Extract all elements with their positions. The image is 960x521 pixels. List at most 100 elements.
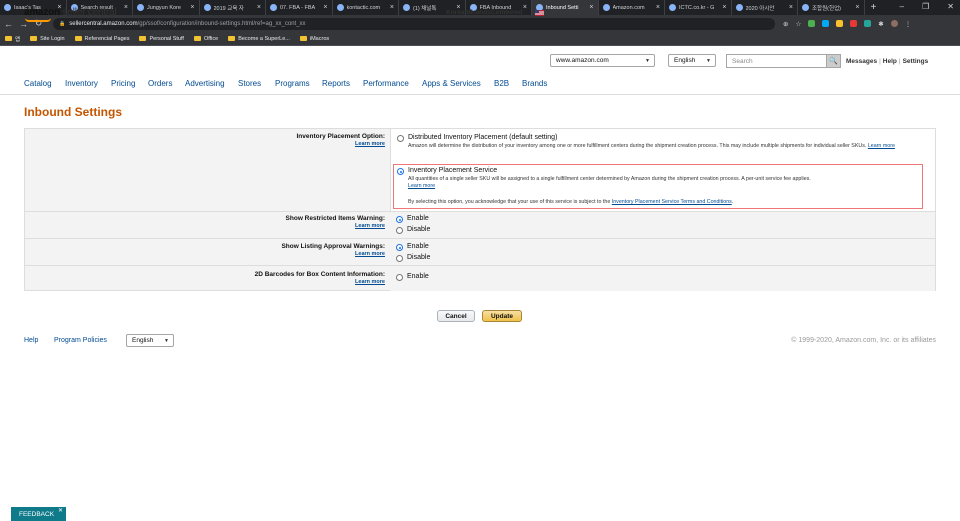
nav-performance[interactable]: Performance [363, 79, 409, 88]
footer-help-link[interactable]: Help [24, 337, 38, 344]
copyright-text: © 1999-2020, Amazon.com, Inc. or its aff… [791, 337, 936, 344]
seller-central-logo[interactable]: amazon seller central [24, 7, 117, 22]
new-tab-button[interactable]: + [871, 2, 877, 13]
zoom-icon[interactable]: ⊕ [783, 20, 788, 28]
placement-label: Inventory Placement Option: [296, 133, 386, 140]
close-tab-icon[interactable]: × [124, 4, 128, 11]
footer-language-value: English [132, 337, 154, 344]
placement-service-learn-more-link[interactable]: Learn more [408, 183, 435, 189]
tab-favicon-icon [270, 4, 277, 11]
update-button[interactable]: Update [482, 310, 522, 322]
nav-programs[interactable]: Programs [275, 79, 310, 88]
nav-b2b[interactable]: B2B [494, 79, 509, 88]
nav-apps-services[interactable]: Apps & Services [422, 79, 481, 88]
distributed-placement-radio[interactable] [397, 135, 404, 142]
placement-learn-more-link[interactable]: Learn more [297, 141, 385, 147]
extension-blue-icon[interactable] [822, 20, 830, 27]
browser-tab[interactable]: Amazon.com × [599, 0, 665, 15]
tab-strip: Isaac's Tas × Search result × Jungyun Kore × 2… [0, 0, 865, 15]
help-link[interactable]: Help [883, 58, 897, 65]
approval-label-group: Show Listing Approval Warnings: Learn mo… [281, 243, 385, 257]
close-icon[interactable]: ✕ [58, 507, 63, 514]
nav-advertising[interactable]: Advertising [185, 79, 225, 88]
close-tab-icon[interactable]: × [323, 4, 327, 11]
extension-green-icon[interactable] [808, 20, 816, 27]
close-tab-icon[interactable]: × [190, 4, 194, 11]
cancel-button[interactable]: Cancel [437, 310, 475, 322]
language-select[interactable]: English ▼ [668, 54, 716, 67]
avatar[interactable] [890, 20, 898, 27]
browser-tab[interactable]: Jungyun Kore × [133, 0, 200, 15]
approval-disable-radio[interactable] [396, 255, 403, 262]
search-input[interactable]: Search [726, 54, 826, 68]
close-tab-icon[interactable]: × [789, 4, 793, 11]
barcodes-options: Enable [390, 266, 935, 291]
browser-tab[interactable]: kontactic.com × [333, 0, 399, 15]
extension-yellow-icon[interactable] [836, 20, 844, 27]
barcodes-enable-radio[interactable] [396, 274, 403, 281]
folder-icon [5, 36, 12, 41]
close-tab-icon[interactable]: × [257, 4, 261, 11]
puzzle-icon[interactable]: ✱ [878, 20, 883, 28]
listing-approval-row: Show Listing Approval Warnings: Learn mo… [25, 239, 935, 266]
nav-catalog[interactable]: Catalog [24, 79, 52, 88]
marketplace-select[interactable]: www.amazon.com ▼ [550, 54, 655, 67]
bookmark-label: Personal Stuff [149, 35, 184, 42]
bookmark-item[interactable]: Site Login [30, 36, 65, 42]
search-button[interactable]: 🔍 [826, 54, 841, 68]
messages-link[interactable]: Messages [846, 58, 877, 65]
extension-red-icon[interactable] [850, 20, 858, 27]
minimize-icon[interactable]: – [900, 2, 904, 11]
bookmark-label: Office [203, 35, 219, 42]
approval-learn-more-link[interactable]: Learn more [281, 251, 385, 257]
nav-stores[interactable]: Stores [238, 79, 261, 88]
extension-teal-icon[interactable] [864, 20, 872, 27]
bookmark-item[interactable]: iMacros [299, 36, 329, 42]
menu-dots-icon[interactable]: ⋮ [905, 20, 912, 28]
restricted-learn-more-link[interactable]: Learn more [286, 223, 385, 229]
star-icon[interactable]: ☆ [795, 20, 801, 28]
back-icon[interactable]: ← [2, 19, 15, 29]
nav-orders[interactable]: Orders [148, 79, 172, 88]
url-field[interactable]: 🔒 sellercentral.amazon.com/gp/ssof/confi… [53, 17, 775, 30]
approval-enable-radio[interactable] [396, 244, 403, 251]
barcodes-learn-more-link[interactable]: Learn more [255, 279, 385, 285]
bookmark-item[interactable]: Referencial Pages [74, 36, 129, 42]
restricted-disable-radio[interactable] [396, 227, 403, 234]
bookmark-item[interactable]: 앱 [5, 35, 20, 43]
us-flag-icon [535, 10, 544, 16]
nav-brands[interactable]: Brands [522, 79, 547, 88]
placement-service-radio[interactable] [397, 168, 404, 175]
close-window-icon[interactable]: ✕ [947, 2, 954, 11]
browser-tab[interactable]: 2020 아시안 × [732, 0, 798, 15]
restricted-enable-radio[interactable] [396, 216, 403, 223]
browser-tab[interactable]: 조합원(헌업) × [798, 0, 865, 15]
browser-tab[interactable]: 2019 교육 자 × [200, 0, 266, 15]
terms-link[interactable]: Inventory Placement Service Terms and Co… [612, 199, 732, 205]
footer-policies-link[interactable]: Program Policies [54, 337, 107, 344]
bookmark-item[interactable]: Office [193, 35, 219, 42]
browser-tab[interactable]: ICTC.co.kr - G × [665, 0, 732, 15]
close-tab-icon[interactable]: × [390, 4, 394, 11]
feedback-button[interactable]: FEEDBACK ✕ [11, 507, 66, 521]
tab-favicon-icon [735, 4, 743, 11]
bookmark-item[interactable]: Become a SuperLe... [228, 36, 290, 42]
close-tab-icon[interactable]: × [523, 4, 527, 11]
url-host: sellercentral.amazon.com [69, 20, 138, 27]
nav-reports[interactable]: Reports [322, 79, 350, 88]
close-tab-icon[interactable]: × [656, 4, 660, 11]
nav-inventory[interactable]: Inventory [65, 79, 98, 88]
distributed-learn-more-link[interactable]: Learn more [868, 143, 895, 149]
close-tab-icon[interactable]: × [722, 4, 726, 11]
browser-tab[interactable]: 07. FBA - FBA × [266, 0, 333, 15]
search-icon: 🔍 [829, 58, 838, 65]
bookmark-item[interactable]: Personal Stuff [139, 35, 184, 42]
nav-pricing[interactable]: Pricing [111, 79, 135, 88]
distributed-placement-title: Distributed Inventory Placement (default… [408, 134, 558, 141]
settings-link[interactable]: Settings [903, 58, 929, 65]
placement-label-group: Inventory Placement Option: Learn more [297, 133, 386, 147]
close-tab-icon[interactable]: × [589, 4, 593, 11]
footer-language-select[interactable]: English ▼ [126, 334, 174, 347]
close-tab-icon[interactable]: × [855, 4, 859, 11]
maximize-icon[interactable]: ❐ [922, 2, 929, 11]
